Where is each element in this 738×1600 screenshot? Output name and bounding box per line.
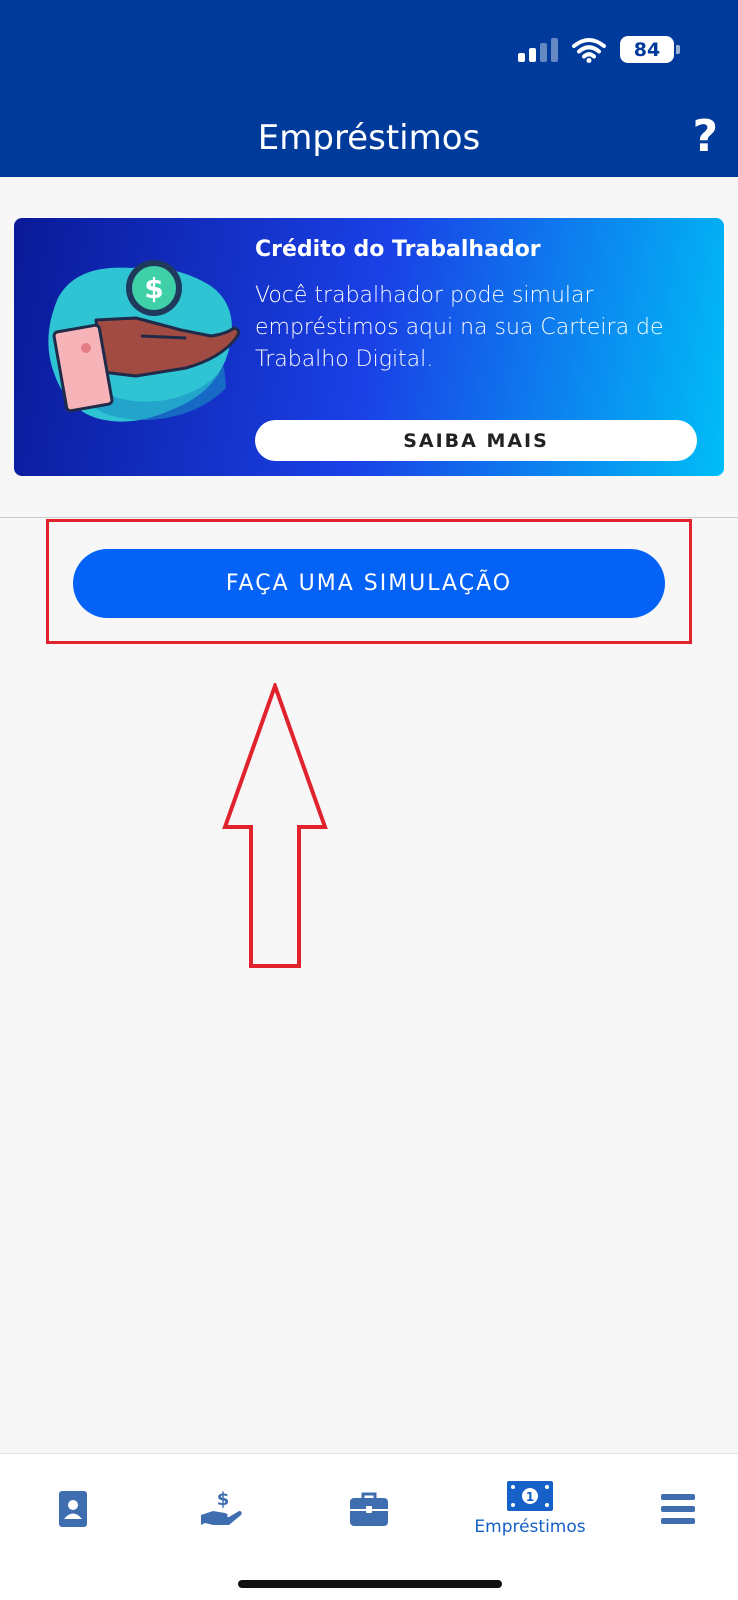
menu-icon: [661, 1494, 695, 1524]
tab-label: Empréstimos: [474, 1517, 586, 1537]
wifi-icon: [572, 37, 606, 63]
tab-menu[interactable]: [623, 1454, 733, 1564]
tab-emprestimos[interactable]: 1 Empréstimos: [474, 1454, 586, 1564]
id-card-icon: [59, 1491, 87, 1527]
app-header: 84 Empréstimos ?: [0, 0, 738, 177]
page-title: Empréstimos: [257, 118, 481, 158]
banner-description: Você trabalhador pode simular empréstimo…: [255, 283, 664, 372]
help-button[interactable]: ?: [692, 115, 718, 159]
saiba-mais-button[interactable]: SAIBA MAIS: [255, 420, 697, 461]
signal-icon: [518, 37, 558, 62]
annotation-arrow-up-icon: [222, 683, 328, 968]
simulate-button[interactable]: FAÇA UMA SIMULAÇÃO: [73, 549, 665, 618]
bottom-tab-bar: $ 1 Empréstimos: [0, 1453, 738, 1600]
credit-banner: $ Crédito do Trabalhador Você trabalhado…: [14, 218, 724, 476]
svg-text:$: $: [217, 1489, 230, 1510]
hand-coin-illustration: $: [48, 260, 241, 422]
battery-level: 84: [633, 38, 661, 61]
home-indicator: [238, 1580, 502, 1588]
svg-text:$: $: [144, 272, 163, 305]
tab-document[interactable]: [18, 1454, 128, 1564]
status-bar: 84: [518, 36, 680, 63]
divider: [0, 517, 738, 518]
banner-title: Crédito do Trabalhador: [255, 237, 541, 262]
tab-jobs[interactable]: [314, 1454, 424, 1564]
svg-text:1: 1: [526, 1490, 534, 1504]
battery-icon: 84: [620, 36, 680, 63]
hand-money-icon: $: [201, 1489, 242, 1525]
tab-benefits[interactable]: $: [166, 1454, 276, 1564]
banknote-icon: 1: [507, 1481, 553, 1511]
briefcase-icon: [350, 1492, 388, 1526]
